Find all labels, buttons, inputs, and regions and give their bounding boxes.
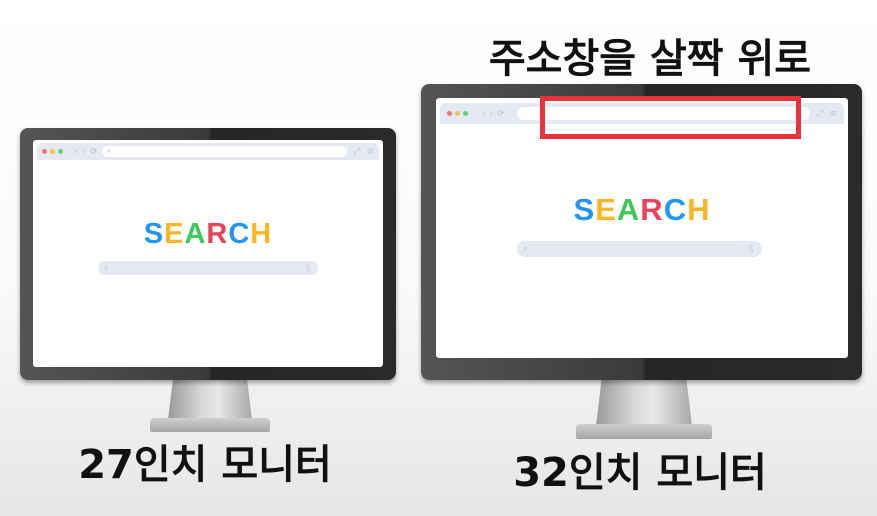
search-logo: SEARCH (436, 192, 848, 228)
search-input[interactable]: ⌕ 🎙 (517, 241, 762, 257)
logo-letter: A (184, 218, 207, 250)
mic-icon[interactable]: 🎙 (303, 264, 312, 272)
monitor-label: 32인치 모니터 (513, 450, 767, 496)
expand-icon[interactable]: ⤢ (353, 147, 360, 157)
monitor-label: 27인치 모니터 (78, 442, 332, 488)
minimize-dot-icon[interactable] (455, 111, 460, 116)
monitor-stand-neck (168, 378, 252, 420)
minimize-dot-icon[interactable] (50, 149, 55, 154)
search-icon: ⌕ (523, 244, 528, 253)
search-icon: ⌕ (104, 263, 109, 272)
monitor-stand-base (150, 418, 270, 432)
logo-letter: S (573, 192, 596, 227)
search-logo: SEARCH (33, 218, 383, 251)
logo-letter: S (143, 218, 165, 250)
close-dot-icon[interactable] (447, 111, 452, 116)
monitor-stand-neck (596, 378, 692, 426)
menu-icon[interactable]: ≡ (366, 147, 374, 157)
logo-letter: E (164, 218, 185, 250)
monitor-stand-base (576, 424, 712, 439)
logo-letter: E (595, 192, 617, 227)
logo-letter: R (640, 192, 664, 227)
browser-toolbar: ‹ › ⟳ ⌕ ⤢ ≡ (37, 143, 379, 160)
back-icon[interactable]: ‹ (482, 109, 486, 119)
logo-letter: R (206, 218, 229, 250)
expand-icon[interactable]: ⤢ (816, 109, 823, 119)
mic-icon[interactable]: 🎙 (747, 245, 756, 253)
back-icon[interactable]: ‹ (75, 147, 79, 157)
headline: 주소창을 살짝 위로 (488, 36, 812, 82)
logo-letter: C (228, 218, 251, 250)
maximize-dot-icon[interactable] (58, 149, 63, 154)
close-dot-icon[interactable] (42, 149, 47, 154)
logo-letter: C (663, 192, 688, 227)
forward-icon[interactable]: › (490, 109, 494, 119)
browser-window: ‹ › ⟳ ⌕ ⤢ ≡ SEARCH ⌕ 🎙 (33, 140, 383, 367)
search-input[interactable]: ⌕ 🎙 (98, 261, 318, 275)
forward-icon[interactable]: › (83, 147, 87, 157)
address-bar-highlight (540, 96, 801, 139)
reload-icon[interactable]: ⟳ (90, 147, 98, 157)
search-icon: ⌕ (106, 147, 111, 155)
reload-icon[interactable]: ⟳ (497, 109, 505, 119)
logo-letter: H (250, 218, 273, 250)
maximize-dot-icon[interactable] (463, 111, 468, 116)
address-bar[interactable]: ⌕ (101, 146, 348, 157)
menu-icon[interactable]: ≡ (829, 109, 837, 119)
logo-letter: A (616, 192, 641, 227)
logo-letter: H (687, 192, 711, 227)
